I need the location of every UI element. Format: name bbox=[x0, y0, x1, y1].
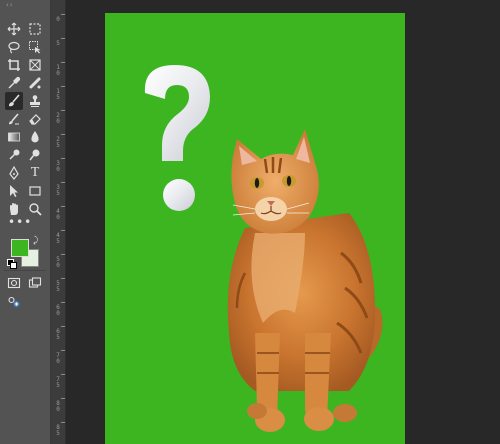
ruler-label: 5 5 bbox=[56, 280, 60, 293]
edit-toolbar-button[interactable]: ••• bbox=[8, 216, 32, 228]
type-tool[interactable]: T bbox=[26, 164, 44, 182]
ruler-label: 2 5 bbox=[56, 136, 60, 149]
ruler-tick bbox=[61, 326, 65, 327]
ruler-label: 6 0 bbox=[56, 304, 60, 317]
ruler-tick bbox=[61, 230, 65, 231]
lasso-icon bbox=[8, 41, 20, 54]
vertical-ruler: 0 5 1 0 1 5 2 0 2 5 3 0 3 5 4 0 4 5 5 0 5 5 6 0 6 5 7 … bbox=[51, 0, 66, 444]
marquee-tool[interactable] bbox=[26, 20, 44, 38]
brush-tool[interactable] bbox=[5, 92, 23, 110]
ruler-tick bbox=[61, 254, 65, 255]
ruler-label: 3 0 bbox=[56, 160, 60, 173]
ruler-tick bbox=[61, 350, 65, 351]
ruler-label: 8 0 bbox=[56, 400, 60, 413]
cat-photo bbox=[227, 129, 383, 432]
ruler-label: 7 0 bbox=[56, 352, 60, 365]
history-brush-icon bbox=[9, 113, 19, 125]
canvas-artwork bbox=[144, 65, 383, 432]
toolbar-divider bbox=[4, 270, 46, 271]
ruler-label: 8 5 bbox=[56, 424, 60, 437]
ruler-label: 3 5 bbox=[56, 184, 60, 197]
default-colors-icon[interactable] bbox=[7, 259, 17, 269]
path-selection-tool[interactable] bbox=[5, 182, 23, 200]
healing-brush-icon bbox=[29, 77, 41, 89]
ruler-label: 7 5 bbox=[56, 376, 60, 389]
ruler-tick bbox=[61, 422, 65, 423]
dodge-icon bbox=[9, 149, 20, 160]
hand-icon bbox=[10, 203, 18, 215]
ruler-tick bbox=[61, 182, 65, 183]
dodge-tool[interactable] bbox=[5, 146, 23, 164]
ruler-tick bbox=[61, 86, 65, 87]
crop-tool[interactable] bbox=[5, 56, 23, 74]
pen-icon bbox=[9, 166, 19, 180]
object-select-icon bbox=[29, 41, 41, 54]
screen-mode-icon bbox=[28, 277, 42, 288]
ruler-label: 1 0 bbox=[56, 64, 60, 77]
blur-tool[interactable] bbox=[26, 128, 44, 146]
burn-tool[interactable] bbox=[26, 146, 44, 164]
ruler-tick bbox=[61, 158, 65, 159]
ruler-tick bbox=[61, 62, 65, 63]
healing-brush-tool[interactable] bbox=[26, 74, 44, 92]
path-select-icon bbox=[10, 185, 18, 197]
type-icon: T bbox=[30, 165, 40, 180]
crop-icon bbox=[8, 59, 20, 71]
pen-tool[interactable] bbox=[5, 164, 23, 182]
clone-stamp-tool[interactable] bbox=[26, 92, 44, 110]
ruler-tick bbox=[61, 398, 65, 399]
eyedropper-tool[interactable] bbox=[5, 74, 23, 92]
ruler-label: 5 bbox=[56, 40, 60, 47]
ruler-label: 4 5 bbox=[56, 232, 60, 245]
ruler-label: 1 5 bbox=[56, 88, 60, 101]
ruler-tick bbox=[61, 206, 65, 207]
brush-icon bbox=[9, 94, 20, 107]
eraser-icon bbox=[29, 114, 41, 125]
ruler-label: 4 0 bbox=[56, 208, 60, 221]
ruler-label: 5 0 bbox=[56, 256, 60, 269]
ruler-tick bbox=[61, 302, 65, 303]
panel-grip-icon[interactable]: ‹‹ bbox=[6, 1, 14, 9]
swap-colors-icon[interactable]: ⤸ bbox=[33, 237, 42, 246]
quick-mask-button[interactable] bbox=[5, 274, 23, 292]
ruler-tick bbox=[61, 278, 65, 279]
history-brush-tool[interactable] bbox=[5, 110, 23, 128]
move-tool[interactable] bbox=[5, 20, 23, 38]
quick-mask-icon bbox=[7, 277, 21, 289]
object-select-tool[interactable] bbox=[26, 38, 44, 56]
lasso-tool[interactable] bbox=[5, 38, 23, 56]
gradient-icon bbox=[8, 132, 20, 142]
marquee-icon bbox=[29, 23, 41, 35]
question-mark-graphic bbox=[144, 65, 210, 211]
blur-drop-icon bbox=[31, 131, 39, 143]
share-icon bbox=[8, 296, 20, 307]
ruler-tick bbox=[61, 374, 65, 375]
ruler-tick bbox=[61, 110, 65, 111]
stamp-icon bbox=[30, 95, 40, 107]
frame-tool[interactable] bbox=[26, 56, 44, 74]
burn-icon bbox=[29, 149, 40, 161]
screen-mode-button[interactable] bbox=[26, 274, 44, 292]
ruler-label: 0 bbox=[56, 16, 60, 23]
document-canvas[interactable] bbox=[105, 13, 405, 444]
zoom-icon bbox=[29, 203, 42, 216]
ruler-label: 2 0 bbox=[56, 112, 60, 125]
gradient-tool[interactable] bbox=[5, 128, 23, 146]
eyedropper-icon bbox=[8, 76, 21, 89]
ruler-tick bbox=[61, 14, 65, 15]
tools-panel: ‹‹ T ••• ⤸ bbox=[0, 0, 51, 444]
rectangle-icon bbox=[29, 186, 41, 196]
ruler-tick bbox=[61, 134, 65, 135]
frame-icon bbox=[29, 59, 41, 71]
ruler-label: 6 5 bbox=[56, 328, 60, 341]
move-icon bbox=[7, 22, 21, 36]
share-button[interactable] bbox=[5, 293, 23, 311]
eraser-tool[interactable] bbox=[26, 110, 44, 128]
shape-tool[interactable] bbox=[26, 182, 44, 200]
foreground-color-swatch[interactable] bbox=[11, 239, 29, 257]
ruler-tick bbox=[61, 38, 65, 39]
photoshop-window: ‹‹ T ••• ⤸ 0 5 1 0 1 5 2 0 2 5 3 0 3 5 4… bbox=[0, 0, 500, 444]
